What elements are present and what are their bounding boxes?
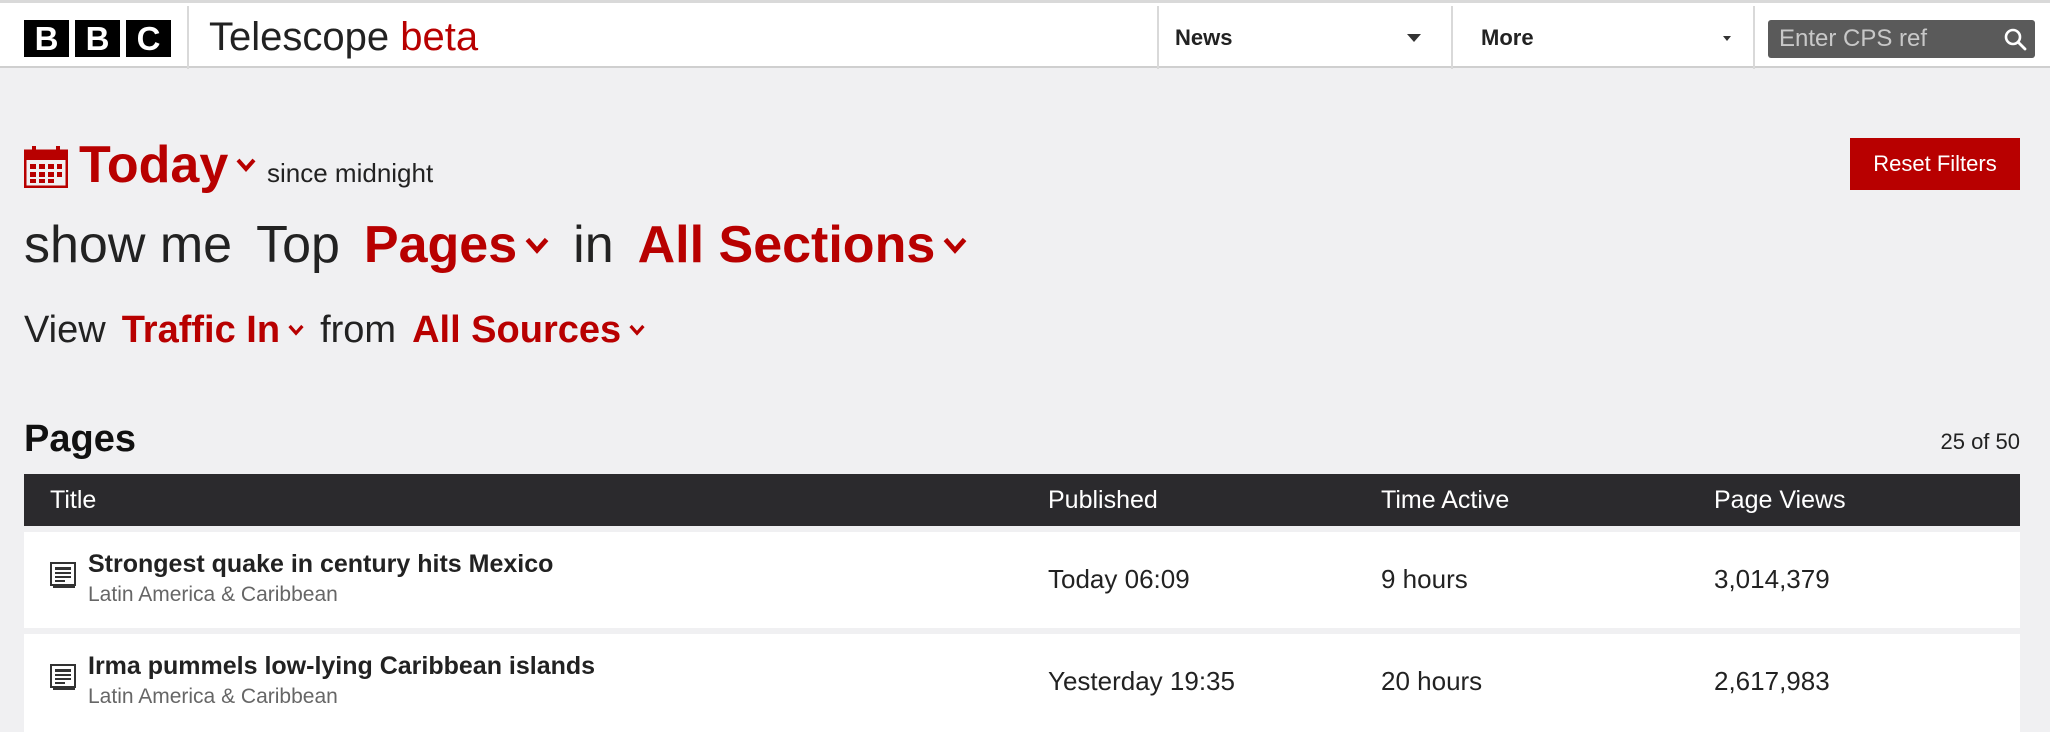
query-sentence: show me Top Pages in All Sections [24,212,967,278]
row-page-views: 3,014,379 [1714,564,1830,594]
chevron-down-icon [236,158,256,172]
search-icon[interactable] [2003,27,2027,51]
table-row[interactable]: Strongest quake in century hits Mexico L… [24,532,2020,628]
reset-filters-button[interactable]: Reset Filters [1850,138,2020,190]
chevron-down-icon [288,324,304,336]
header-divider [187,6,189,69]
row-title-link[interactable]: Strongest quake in century hits Mexico [88,550,553,579]
table-row[interactable]: Irma pummels low-lying Caribbean islands… [24,634,2020,732]
caret-down-icon [1723,36,1731,41]
in-text: in [573,216,614,274]
row-time-active: 20 hours [1381,666,1483,696]
chevron-down-icon [525,237,549,254]
beta-badge: beta [400,15,479,59]
cps-search-input[interactable] [1768,20,1988,58]
row-page-views: 2,617,983 [1714,666,1830,696]
row-published: Yesterday 19:35 [1048,666,1235,696]
content-type-dropdown[interactable]: Pages [364,215,549,275]
sources-label: All Sources [412,308,622,351]
section-dropdown[interactable]: All Sections [638,215,968,275]
row-title-link[interactable]: Irma pummels low-lying Caribbean islands [88,652,595,681]
chevron-down-icon [629,324,645,336]
view-text: View [24,308,106,351]
news-dropdown[interactable]: News [1157,6,1451,69]
show-me-text: show me [24,216,233,274]
bbc-logo-letter: B [24,20,69,57]
column-header-page-views[interactable]: Page Views [1714,474,1846,526]
column-header-published[interactable]: Published [1048,474,1158,526]
chevron-down-icon [943,237,967,254]
bbc-logo-letter: C [126,20,171,57]
article-icon [50,562,76,588]
app-title[interactable]: Telescope beta [209,13,478,61]
top-header: B B C Telescope beta News More [0,0,2050,69]
caret-down-icon [1407,34,1421,42]
traffic-label: Traffic In [121,308,281,351]
bbc-logo[interactable]: B B C [24,20,171,57]
more-dropdown-label: More [1481,24,1534,50]
date-range-label: Today [79,136,229,194]
column-header-time-active[interactable]: Time Active [1381,474,1509,526]
calendar-icon [24,146,68,188]
column-header-title[interactable]: Title [50,474,96,526]
top-text: Top [256,216,340,274]
pages-heading: Pages [24,418,136,460]
from-text: from [320,308,397,351]
article-icon [50,664,76,690]
row-section: Latin America & Caribbean [88,583,338,606]
bbc-logo-letter: B [75,20,120,57]
more-dropdown[interactable]: More [1451,6,1755,69]
news-dropdown-label: News [1175,24,1233,50]
section-label: All Sections [637,216,936,274]
row-section: Latin America & Caribbean [88,685,338,708]
results-count: 25 of 50 [1940,429,2020,454]
row-published: Today 06:09 [1048,564,1190,594]
row-time-active: 9 hours [1381,564,1468,594]
app-name: Telescope [209,15,390,59]
table-header: Title Published Time Active Page Views [24,474,2020,526]
traffic-dropdown[interactable]: Traffic In [122,309,304,352]
sources-dropdown[interactable]: All Sources [412,309,645,352]
date-range-dropdown[interactable]: Today [79,133,256,197]
traffic-sentence: View Traffic In from All Sources [24,305,645,355]
cps-search [1768,20,2035,58]
content-type-label: Pages [363,216,518,274]
date-range-note: since midnight [267,158,434,188]
